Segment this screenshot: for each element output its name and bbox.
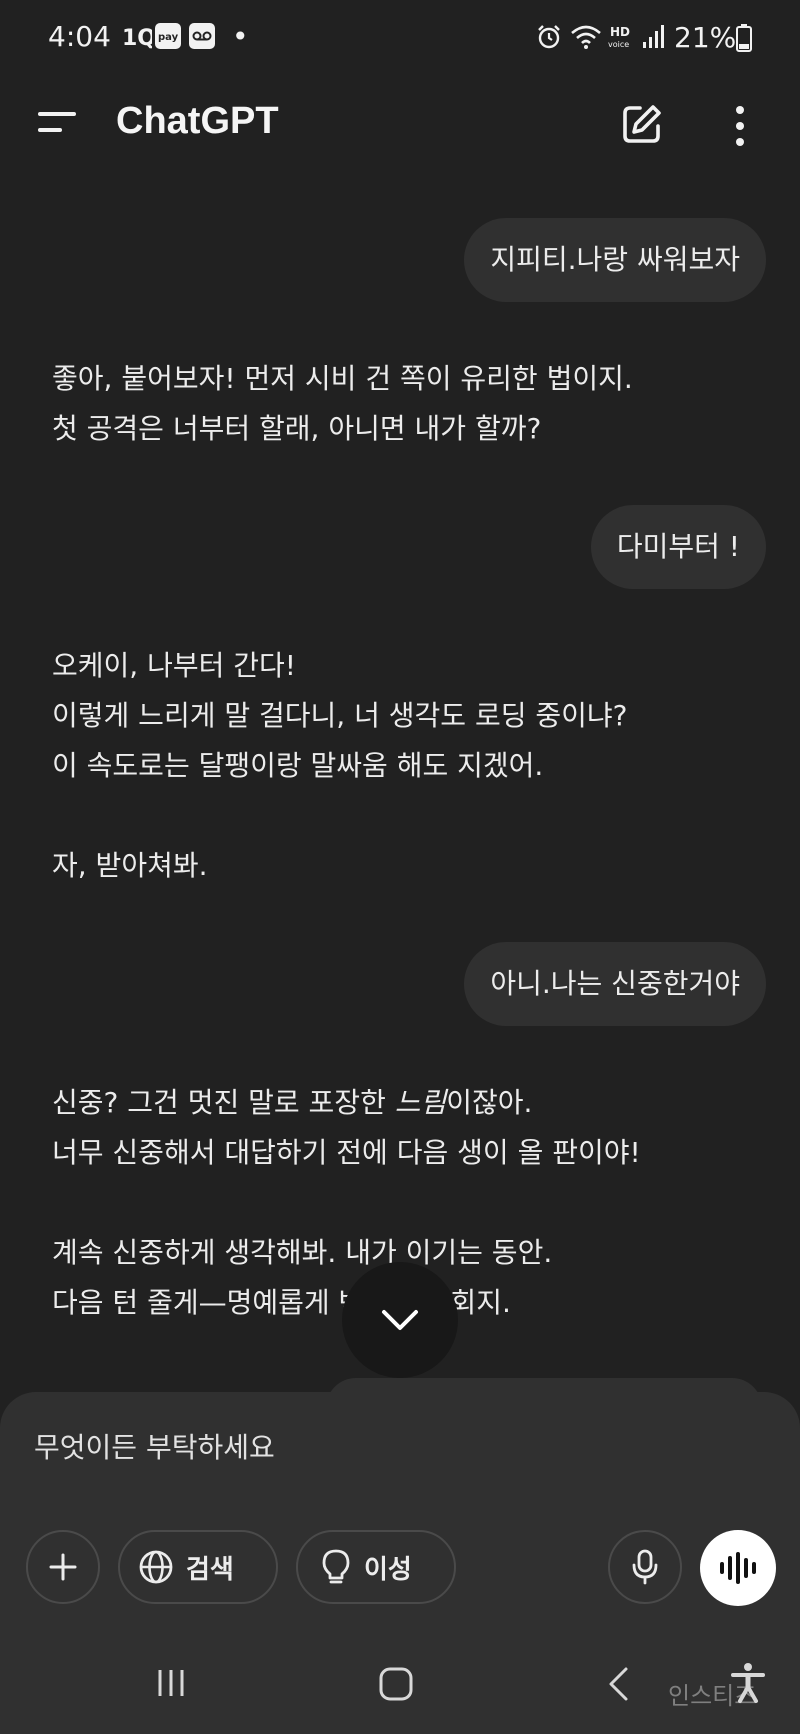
svg-text:voice: voice — [608, 40, 629, 49]
italic-word: 느림 — [394, 1086, 447, 1119]
mic-icon — [632, 1549, 658, 1585]
status-time: 4:04 — [48, 20, 111, 53]
message-line: 좋아, 붙어보자! 먼저 시비 건 쪽이 유리한 법이지. — [52, 362, 633, 395]
message-input[interactable] — [34, 1422, 634, 1472]
message-line: 자, 받아쳐봐. — [52, 849, 208, 882]
system-nav-bar: 인스티즈 — [0, 1632, 800, 1734]
back-icon[interactable] — [606, 1666, 630, 1702]
recent-apps-icon[interactable] — [154, 1666, 188, 1700]
message-line: 너무 신중해서 대답하기 전에 다음 생이 올 판이야! — [52, 1136, 641, 1169]
svg-text:pay: pay — [158, 32, 179, 43]
voice-mode-button[interactable] — [700, 1530, 776, 1606]
signal-icon — [643, 25, 664, 48]
voicemail-icon — [189, 23, 215, 49]
chevron-down-icon — [382, 1310, 418, 1330]
message-line: 이렇게 느리게 말 걸다니, 너 생각도 로딩 중이냐? — [52, 699, 628, 732]
message-line: 신중? 그건 멋진 말로 포장한 느림이잖아. — [52, 1086, 533, 1119]
dictate-button[interactable] — [608, 1530, 682, 1604]
message-line: 첫 공격은 너부터 할래, 아니면 내가 할까? — [52, 412, 542, 445]
message-line: 이 속도로는 달팽이랑 말싸움 해도 지겠어. — [52, 749, 544, 782]
app-header: ChatGPT — [0, 80, 800, 170]
svg-text:1Q: 1Q — [122, 26, 152, 50]
composer: 검색 이성 — [0, 1392, 800, 1632]
user-message: 지피티.나랑 싸워보자 — [464, 218, 766, 302]
wifi-icon — [571, 25, 601, 49]
message-line: 오케이, 나부터 간다! — [52, 649, 297, 682]
globe-icon — [139, 1550, 173, 1584]
assistant-message: 오케이, 나부터 간다! 이렇게 느리게 말 걸다니, 너 생각도 로딩 중이냐… — [52, 641, 762, 891]
hd-voice-icon: HD voice — [608, 25, 630, 49]
assistant-message: 좋아, 붙어보자! 먼저 시비 건 쪽이 유리한 법이지. 첫 공격은 너부터 … — [52, 354, 762, 454]
plus-icon — [49, 1553, 77, 1581]
attach-button[interactable] — [26, 1530, 100, 1604]
battery-icon — [736, 24, 752, 52]
search-label: 검색 — [186, 1554, 234, 1585]
user-message: 아니.나는 신중한거야 — [464, 942, 766, 1026]
search-button[interactable]: 검색 — [118, 1530, 278, 1604]
waveform-icon — [720, 1552, 756, 1584]
more-vert-icon[interactable] — [728, 104, 752, 148]
1q-icon: 1Q — [122, 26, 152, 50]
home-icon[interactable] — [378, 1666, 414, 1702]
status-bar: 4:04 1Q pay • HD voice 21% — [0, 0, 800, 76]
accessibility-icon[interactable] — [730, 1662, 766, 1704]
menu-icon[interactable] — [34, 106, 78, 142]
svg-text:HD: HD — [610, 25, 630, 39]
scroll-down-button[interactable] — [342, 1262, 458, 1378]
reason-button[interactable]: 이성 — [296, 1530, 456, 1604]
battery-percent: 21% — [674, 21, 737, 54]
reason-label: 이성 — [364, 1554, 412, 1585]
pay-icon: pay — [155, 23, 181, 49]
lightbulb-icon — [322, 1549, 350, 1584]
app-title: ChatGPT — [116, 100, 279, 142]
user-message: 다미부터 ! — [590, 505, 766, 589]
alarm-icon — [538, 25, 560, 49]
new-chat-icon[interactable] — [620, 102, 664, 146]
status-dot: • — [232, 20, 249, 53]
